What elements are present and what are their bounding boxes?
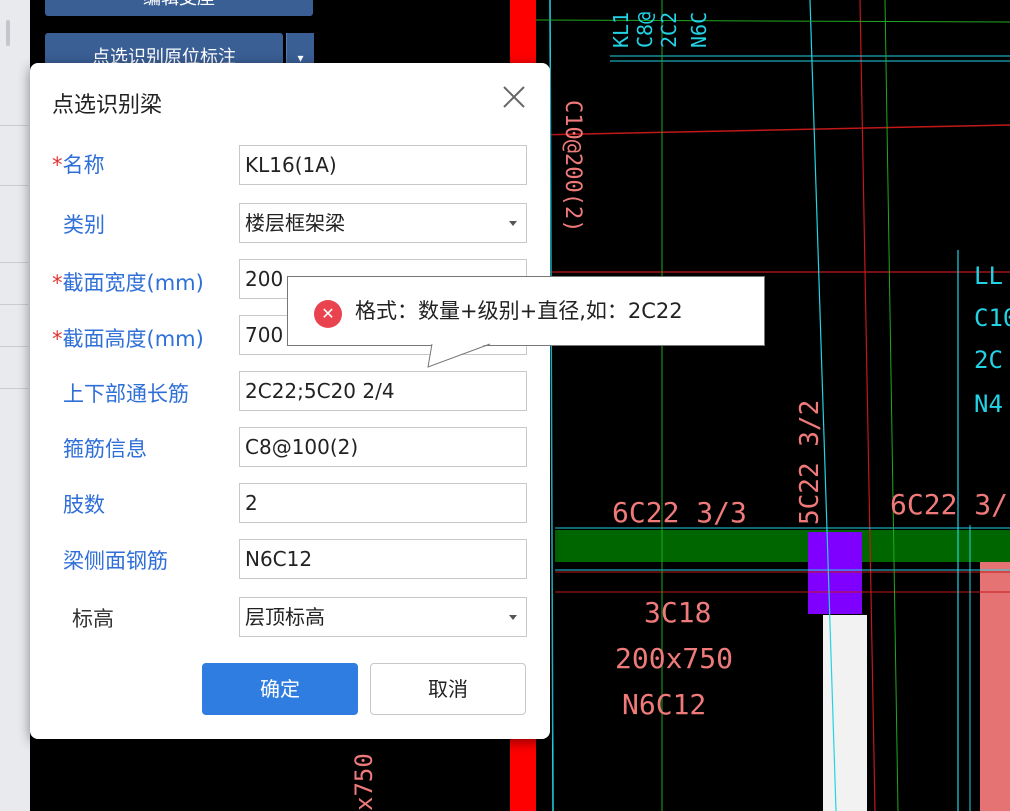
name-label: *名称 xyxy=(52,153,105,177)
panel-divider xyxy=(0,346,28,347)
elevation-select[interactable]: 层顶标高 xyxy=(239,597,527,637)
red-beam-right xyxy=(980,540,1010,811)
cad-label-3c18: 3C18 xyxy=(644,596,711,629)
ok-button[interactable]: 确定 xyxy=(202,663,358,715)
category-label: 类别 xyxy=(63,213,105,237)
stirrup-input[interactable]: C8@100(2) xyxy=(239,427,527,467)
axis-line-green xyxy=(884,0,899,811)
error-icon: ✕ xyxy=(314,300,342,328)
required-mark: * xyxy=(52,327,63,351)
cad-label-6c22-left: 6C22 3/3 xyxy=(612,496,747,529)
cad-label-6c22-right: 6C22 3/ xyxy=(890,488,1008,521)
chevron-down-icon xyxy=(509,221,517,226)
cad-tag-top-right: N6C xyxy=(687,12,711,48)
stirrup-label: 箍筋信息 xyxy=(63,437,147,461)
panel-divider xyxy=(0,388,28,389)
dialog-title: 点选识别梁 xyxy=(52,93,163,118)
tooltip-message: 格式：数量+级别+直径,如：2C22 xyxy=(355,299,683,323)
side-rebar-input[interactable]: N6C12 xyxy=(239,539,527,579)
cad-tag-right: C10 xyxy=(974,304,1010,332)
panel-divider xyxy=(0,185,28,186)
cad-label-size: 200x750 xyxy=(615,642,733,675)
recognize-beam-dialog: 点选识别梁 *名称 KL16(1A) 类别 楼层框架梁 *截面宽度(mm) 20… xyxy=(30,63,550,739)
cad-label-n6c12: N6C12 xyxy=(622,688,706,721)
cad-tag-top-right: C8@ xyxy=(633,12,657,48)
cad-tag-top-right: 2C2 xyxy=(657,12,681,48)
tooltip-pointer xyxy=(427,343,491,368)
axis-line-cyan xyxy=(549,0,554,811)
cad-label-bottom-vertical: x750 xyxy=(350,753,378,811)
panel-divider xyxy=(0,125,28,126)
cad-tag-right: N4 xyxy=(974,390,1003,418)
required-mark: * xyxy=(52,153,63,177)
validation-tooltip: ✕ 格式：数量+级别+直径,如：2C22 xyxy=(287,276,765,346)
white-column xyxy=(823,615,867,811)
section-width-label: *截面宽度(mm) xyxy=(52,271,204,295)
edit-support-button[interactable]: 编辑支座 xyxy=(45,0,313,16)
axis-line-red xyxy=(535,124,1010,136)
purple-column xyxy=(808,532,862,614)
section-height-label: *截面高度(mm) xyxy=(52,327,204,351)
left-panel xyxy=(0,0,30,811)
side-rebar-label: 梁侧面钢筋 xyxy=(63,549,168,573)
cad-tag-top-right: KL1 xyxy=(609,12,633,48)
cancel-button[interactable]: 取消 xyxy=(370,663,526,715)
close-icon[interactable] xyxy=(500,83,528,111)
name-input[interactable]: KL16(1A) xyxy=(239,145,527,185)
through-rebar-input[interactable]: 2C22;5C20 2/4 xyxy=(239,371,527,411)
legs-input[interactable]: 2 xyxy=(239,483,527,523)
cad-tag-vertical-top: C10@200(2) xyxy=(560,100,585,232)
scroll-handle[interactable] xyxy=(6,20,10,46)
required-mark: * xyxy=(52,271,63,295)
cad-tag-right: 2C xyxy=(974,346,1003,374)
cad-tag-right: LL xyxy=(974,262,1003,290)
cad-label-5c22: 5C22 3/2 xyxy=(795,400,825,525)
elevation-label: 标高 xyxy=(72,607,114,631)
panel-divider xyxy=(0,262,28,263)
axis-line-green xyxy=(535,19,1010,23)
through-rebar-label: 上下部通长筋 xyxy=(63,382,189,406)
panel-divider xyxy=(0,304,28,305)
legs-label: 肢数 xyxy=(63,493,105,517)
chevron-down-icon xyxy=(509,615,517,620)
green-beam xyxy=(555,530,1010,562)
category-select[interactable]: 楼层框架梁 xyxy=(239,203,527,243)
